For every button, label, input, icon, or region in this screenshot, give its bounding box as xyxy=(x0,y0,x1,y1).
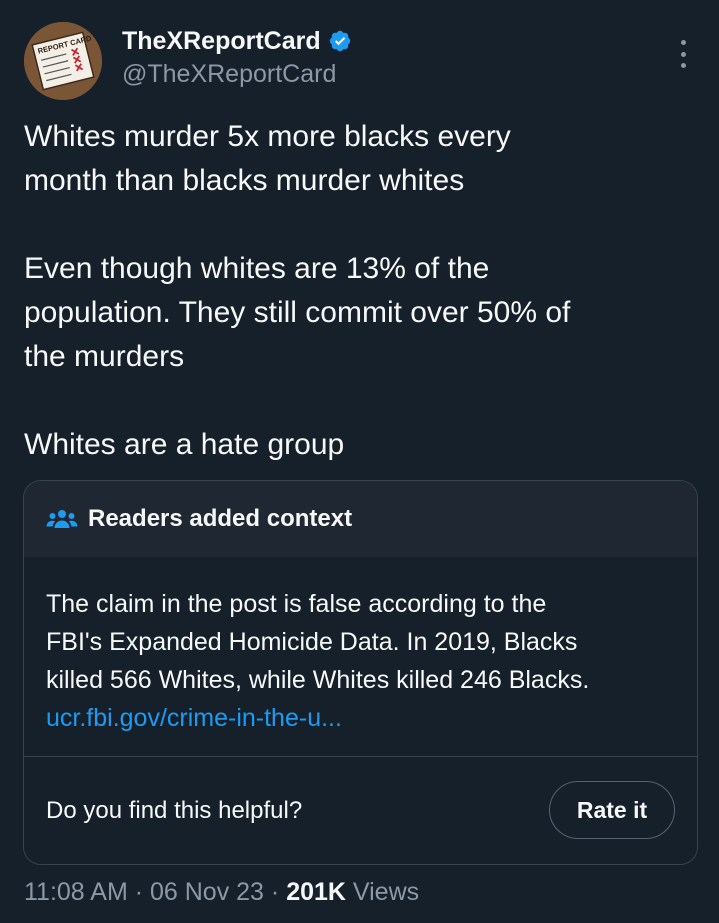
community-note-line: The claim in the post is false according… xyxy=(46,590,547,618)
author-names: TheXReportCard @TheXReportCard xyxy=(122,24,352,89)
views-count: 201K xyxy=(286,878,346,906)
helpful-question: Do you find this helpful? xyxy=(46,797,303,824)
community-note-body: The claim in the post is false according… xyxy=(24,557,697,757)
community-note-line: killed 566 Whites, while Whites killed 2… xyxy=(46,666,590,694)
meta-separator: · xyxy=(127,878,150,906)
tweet-line: population. They still commit over 50% o… xyxy=(24,296,571,329)
display-name-row: TheXReportCard xyxy=(122,24,352,58)
verified-badge-icon[interactable] xyxy=(328,29,352,53)
tweet-time[interactable]: 11:08 AM xyxy=(24,878,128,906)
community-note-line: FBI's Expanded Homicide Data. In 2019, B… xyxy=(46,628,578,656)
more-options-icon[interactable] xyxy=(677,40,689,68)
tweet-text: Whites murder 5x more blacks every month… xyxy=(24,115,696,467)
meta-separator: · xyxy=(263,878,287,906)
helpful-row: Do you find this helpful? Rate it xyxy=(24,757,697,864)
avatar[interactable]: REPORT CARD xyxy=(24,22,102,100)
tweet-header: REPORT CARD TheXReportCard @TheXReportCa… xyxy=(24,22,695,100)
people-icon xyxy=(46,507,78,531)
community-note-title: Readers added context xyxy=(88,505,353,532)
tweet-meta: 11:08 AM · 06 Nov 23 · 201K Views xyxy=(24,878,419,907)
source-link[interactable]: ucr.fbi.gov/crime-in-the-u... xyxy=(46,699,675,737)
display-name[interactable]: TheXReportCard xyxy=(122,27,321,56)
tweet-line: the murders xyxy=(24,340,185,373)
community-note-card: Readers added context The claim in the p… xyxy=(23,480,698,865)
views-label: Views xyxy=(345,878,420,906)
tweet-line: Whites are a hate group xyxy=(24,428,345,461)
tweet-line: month than blacks murder whites xyxy=(24,164,465,197)
tweet-date[interactable]: 06 Nov 23 xyxy=(150,878,264,906)
rate-it-button[interactable]: Rate it xyxy=(549,781,675,839)
tweet-line: Even though whites are 13% of the xyxy=(24,252,490,285)
author-handle[interactable]: @TheXReportCard xyxy=(122,60,352,89)
tweet-line: Whites murder 5x more blacks every xyxy=(24,120,511,153)
community-note-header: Readers added context xyxy=(24,481,697,557)
